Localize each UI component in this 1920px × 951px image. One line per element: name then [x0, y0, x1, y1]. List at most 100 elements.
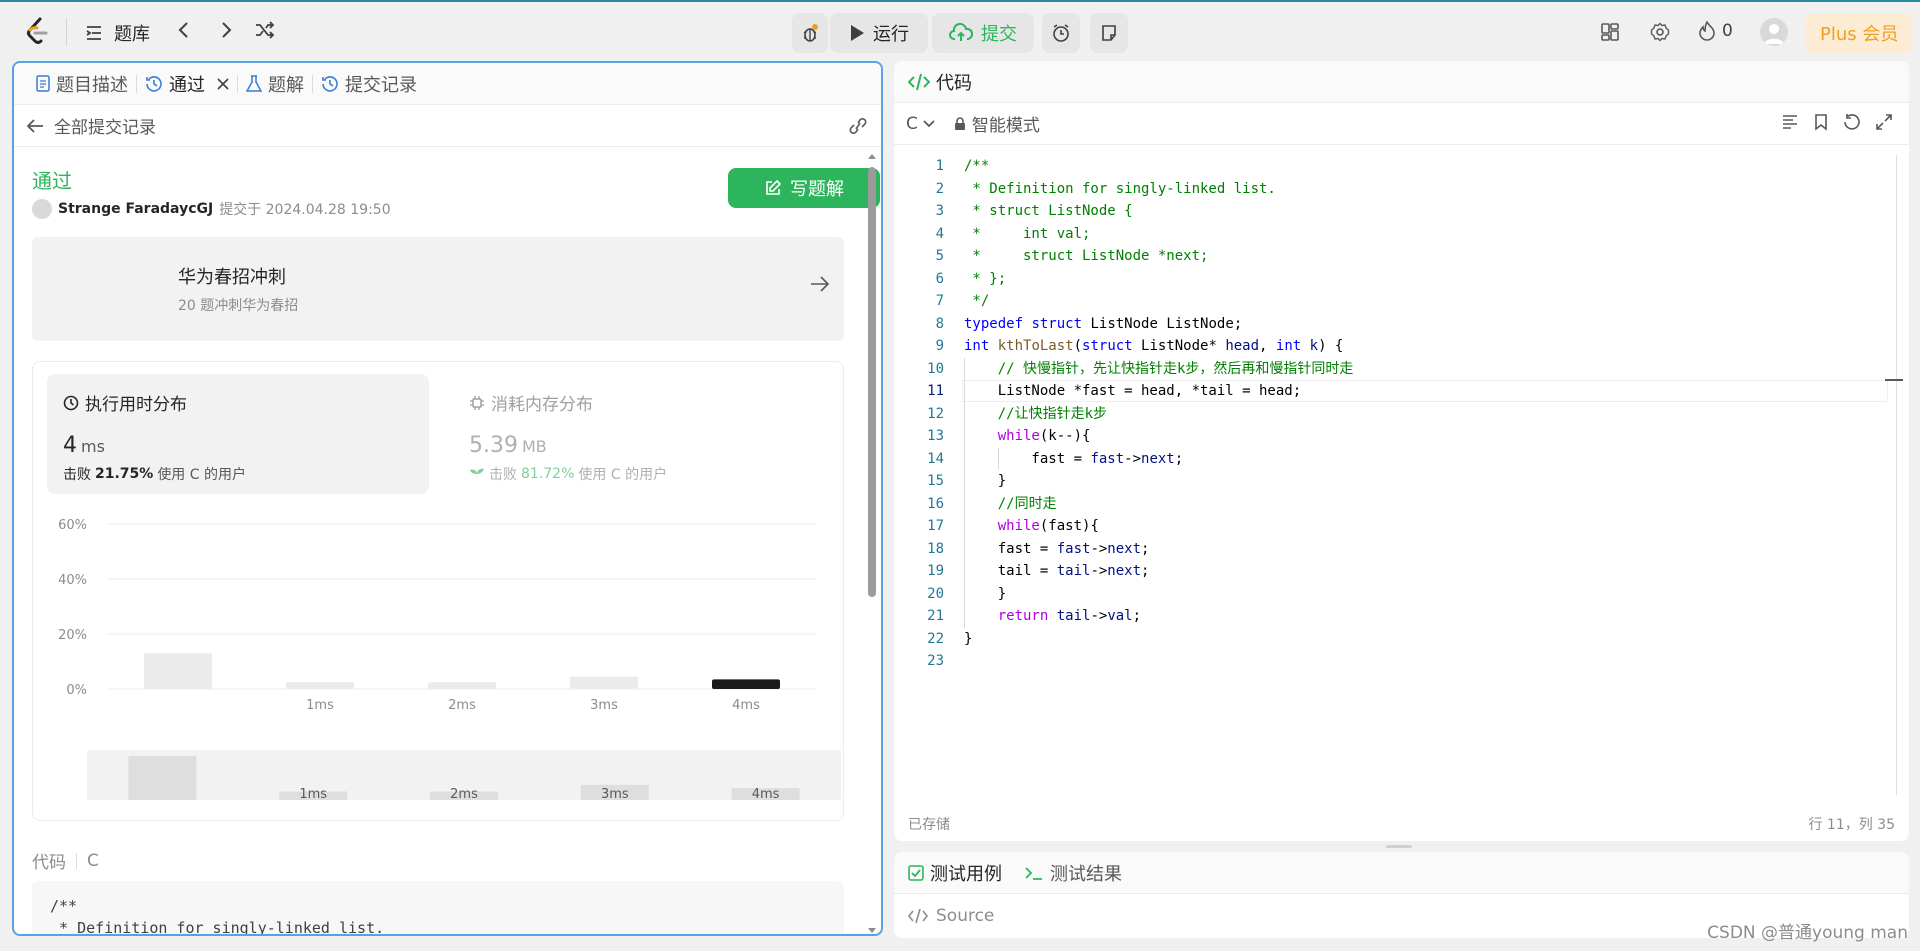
settings-button[interactable]	[1650, 22, 1670, 42]
run-label: 运行	[873, 24, 909, 45]
leetcode-logo[interactable]	[26, 16, 54, 46]
user-avatar[interactable]	[1760, 18, 1788, 46]
code-line[interactable]: 11 ListNode *fast = head, *tail = head;	[894, 380, 1894, 403]
code-text: //同时走	[997, 495, 1057, 512]
indent-guide	[964, 357, 965, 628]
code-line[interactable]: 18 fast = fast->next;	[894, 538, 1894, 561]
memory-metric[interactable]: 消耗内存分布 5.39 MB 击败 81.72% 使用 C 的用户	[453, 374, 835, 494]
runtime-beat-prefix: 击败	[63, 467, 91, 483]
avatar[interactable]	[32, 199, 52, 219]
scroll-up-icon[interactable]	[867, 151, 877, 161]
code-line[interactable]: 4 * int val;	[894, 223, 1894, 246]
scroll-thumb[interactable]	[868, 167, 876, 597]
code-line[interactable]: 15 }	[894, 470, 1894, 493]
memory-value: 5.39	[469, 433, 518, 458]
streak-counter[interactable]: 0	[1698, 21, 1733, 41]
code-line[interactable]: 5 * struct ListNode *next;	[894, 245, 1894, 268]
notes-button[interactable]	[1090, 13, 1128, 53]
code-line[interactable]: 3 * struct ListNode {	[894, 200, 1894, 223]
code-text: return tail->val;	[997, 608, 1142, 624]
left-tabs: 题目描述 通过 题解 提交记录	[14, 63, 881, 105]
timer-button[interactable]	[1042, 13, 1080, 53]
line-number: 12	[927, 405, 944, 422]
random-problem-button[interactable]	[254, 20, 276, 40]
code-section-header: 代码 C	[32, 848, 99, 874]
line-number: 4	[935, 225, 944, 242]
all-submissions-link[interactable]: 全部提交记录	[14, 105, 881, 147]
tab-description[interactable]: 题目描述	[28, 63, 136, 104]
sprout-icon	[469, 467, 485, 481]
indent-guide	[998, 447, 999, 470]
editor-header: 代码	[894, 61, 1909, 103]
chevron-down-icon	[922, 119, 936, 129]
layout-button[interactable]	[1600, 22, 1620, 42]
code-line[interactable]: 22}	[894, 628, 1894, 651]
expand-icon[interactable]	[1875, 113, 1893, 131]
line-number: 5	[935, 248, 944, 264]
close-icon[interactable]	[217, 77, 229, 90]
write-solution-button[interactable]: 写题解	[728, 168, 880, 208]
code-text: */	[964, 293, 990, 309]
line-number: 16	[927, 495, 944, 512]
code-line[interactable]: 17 while(fast){	[894, 515, 1894, 538]
chart-bar	[712, 679, 780, 689]
tab-submissions[interactable]: 提交记录	[313, 63, 425, 104]
tab-solutions[interactable]: 题解	[238, 63, 312, 104]
tab-testcase[interactable]: 测试用例	[908, 860, 1002, 886]
bookmark-icon[interactable]	[1813, 113, 1829, 131]
chart-bar	[428, 682, 496, 689]
problem-list-button[interactable]: 题库	[84, 20, 150, 46]
run-button[interactable]: 运行	[830, 13, 928, 53]
scroll-down-icon[interactable]	[867, 926, 877, 936]
tab-test-result[interactable]: 测试结果	[1024, 860, 1122, 886]
debug-button[interactable]	[792, 13, 828, 53]
code-line[interactable]: 13 while(k--){	[894, 425, 1894, 448]
code-line[interactable]: 23	[894, 650, 1894, 673]
distribution-card: 执行用时分布 4 ms 击败 21.75% 使用 C 的用户 消耗内存分布 5.3…	[32, 361, 844, 821]
all-submissions-label: 全部提交记录	[54, 118, 156, 138]
code-line[interactable]: 10 // 快慢指针，先让快指针走k步，然后再和慢指针同时走	[894, 358, 1894, 381]
username[interactable]: Strange FaradaycGJ	[58, 201, 213, 217]
code-area[interactable]: 1 /** 2 * Definition for singly-linked lis…	[894, 155, 1894, 673]
scrollbar[interactable]	[867, 151, 877, 936]
link-icon[interactable]	[847, 117, 869, 135]
code-text: * struct ListNode {	[964, 203, 1133, 219]
code-line[interactable]: 21 return tail->val;	[894, 605, 1894, 628]
code-line[interactable]: 14 fast = fast->next;	[894, 448, 1894, 471]
language-select[interactable]: C	[906, 114, 936, 134]
code-line[interactable]: 6 * };	[894, 268, 1894, 291]
code-line[interactable]: 7 */	[894, 290, 1894, 313]
code-line[interactable]: 1 /**	[894, 155, 1894, 178]
submit-button[interactable]: 提交	[932, 13, 1034, 53]
code-line[interactable]: 9 int kthToLast(struct ListNode* head, in…	[894, 335, 1894, 358]
editor-scrollbar[interactable]	[1896, 155, 1897, 795]
plus-membership-button[interactable]: Plus 会员	[1806, 13, 1913, 53]
format-icon[interactable]	[1781, 113, 1799, 131]
runtime-metric[interactable]: 执行用时分布 4 ms 击败 21.75% 使用 C 的用户	[47, 374, 429, 494]
line-number: 8	[935, 315, 944, 332]
code-line[interactable]: 2 * Definition for singly-linked list.	[894, 178, 1894, 201]
prev-problem-button[interactable]	[174, 20, 194, 40]
study-plan-card[interactable]: 华为春招冲刺 20 题冲刺华为春招	[32, 237, 844, 341]
line-number: 1	[935, 158, 944, 174]
top-nav: 题库 运行 提交 0 Plus 会员	[0, 0, 1920, 62]
next-problem-button[interactable]	[216, 20, 236, 40]
code-line[interactable]: 8 typedef struct ListNode ListNode;	[894, 313, 1894, 336]
x-tick-label: 1ms	[306, 698, 334, 713]
testcase-tabs: 测试用例 测试结果	[894, 852, 1909, 894]
code-text: }	[964, 473, 1007, 489]
code-line[interactable]: 20 }	[894, 583, 1894, 606]
code-line[interactable]: 12 //让快指针走k步	[894, 403, 1894, 426]
runtime-overview-chart[interactable]: 1ms 2ms 3ms 4ms	[33, 750, 843, 810]
smart-mode-toggle[interactable]: 智能模式	[954, 111, 1040, 136]
runtime-unit: ms	[81, 437, 105, 456]
language-value: C	[906, 113, 918, 134]
edit-icon	[764, 179, 782, 197]
flask-icon	[246, 74, 262, 93]
reset-icon[interactable]	[1843, 113, 1861, 131]
code-line[interactable]: 19 tail = tail->next;	[894, 560, 1894, 583]
panel-resize-handle[interactable]	[1386, 845, 1412, 848]
code-text: while(k--){	[997, 428, 1091, 444]
code-line[interactable]: 16 //同时走	[894, 493, 1894, 516]
tab-accepted[interactable]: 通过	[137, 63, 237, 104]
